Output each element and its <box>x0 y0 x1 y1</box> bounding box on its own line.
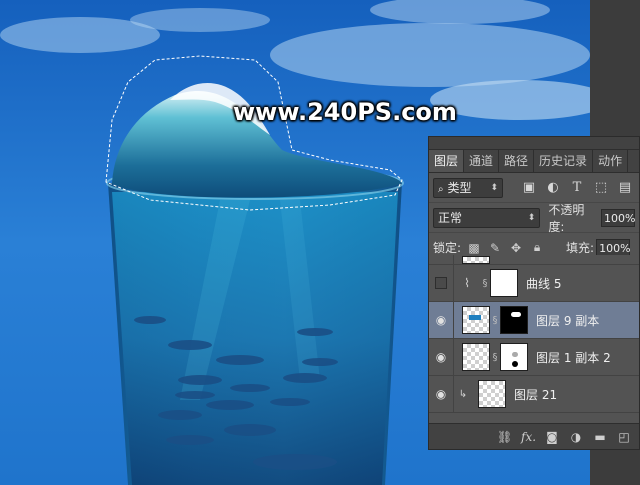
layer-name[interactable]: 图层 9 副本 <box>536 312 599 329</box>
tab-layers[interactable]: 图层 <box>429 150 465 172</box>
panel-collapse-bar[interactable] <box>429 137 639 150</box>
layer-row[interactable]: ◉ § 图层 9 副本 <box>429 302 639 339</box>
layer-mask-thumbnail[interactable] <box>490 269 518 297</box>
search-icon: ⌕ <box>438 184 444 195</box>
lock-image-icon[interactable]: ✎ <box>488 241 502 255</box>
new-adjustment-icon[interactable]: ◑ <box>569 430 583 444</box>
layer-mask-thumbnail[interactable] <box>500 343 528 371</box>
clipping-arrow-icon: ↳ <box>458 388 468 400</box>
visibility-toggle[interactable] <box>429 265 454 301</box>
panel-bottom-bar: ⛓︎ fx. ◙ ◑ ▬ ◰ <box>429 423 639 449</box>
updown-arrow-icon: ⬍ <box>490 182 498 193</box>
layer-mask-thumbnail[interactable] <box>500 306 528 334</box>
eye-icon: ◉ <box>435 313 447 327</box>
tab-channels[interactable]: 通道 <box>464 150 500 172</box>
layer-name[interactable]: 图层 21 <box>514 386 557 403</box>
visibility-toggle[interactable]: ◉ <box>429 339 454 375</box>
layers-panel: 图层 通道 路径 历史记录 动作 ⌕ 类型 ⬍ ▣ ◐ T ⬚ ▤ 正常 ⬍ 不… <box>428 136 640 450</box>
opacity-label: 不透明度: <box>548 202 585 234</box>
filter-type-label: 类型 <box>447 181 472 195</box>
visibility-toggle[interactable]: ◉ <box>429 376 454 412</box>
opacity-input[interactable]: 100% <box>601 208 635 227</box>
new-layer-icon[interactable]: ◰ <box>617 430 631 444</box>
filter-row: ⌕ 类型 ⬍ ▣ ◐ T ⬚ ▤ <box>429 173 639 203</box>
layer-name[interactable]: 曲线 5 <box>526 275 561 292</box>
layer-thumbnail <box>462 343 490 371</box>
layer-row[interactable] <box>429 255 639 265</box>
text-filter-icon[interactable]: T <box>569 180 585 196</box>
image-filter-icon[interactable]: ▣ <box>521 180 537 196</box>
lock-transparency-icon[interactable]: ▩ <box>467 241 481 255</box>
layer-row[interactable]: ◉ ↳ 图层 21 <box>429 376 639 413</box>
adjustment-filter-icon[interactable]: ◐ <box>545 180 561 196</box>
link-icon[interactable]: ⛓︎ <box>497 430 512 444</box>
lock-label: 锁定: <box>433 241 462 255</box>
layer-row[interactable]: ⌇ § 曲线 5 <box>429 265 639 302</box>
blend-row: 正常 ⬍ 不透明度: 100% <box>429 202 639 234</box>
filter-type-dropdown[interactable]: ⌕ 类型 ⬍ <box>433 177 503 198</box>
updown-arrow-icon: ⬍ <box>527 212 536 223</box>
link-icon: § <box>482 277 488 289</box>
add-mask-icon[interactable]: ◙ <box>545 430 559 444</box>
fill-label: 填充: <box>566 241 595 255</box>
layer-thumbnail <box>462 255 490 264</box>
layer-row[interactable]: ◉ § 图层 1 副本 2 <box>429 339 639 376</box>
visibility-toggle[interactable]: ◉ <box>429 302 454 338</box>
watermark-text: www.240PS.com <box>233 98 457 126</box>
blend-mode-value: 正常 <box>438 211 463 225</box>
new-group-icon[interactable]: ▬ <box>593 430 607 444</box>
smart-object-filter-icon[interactable]: ▤ <box>617 180 633 196</box>
layer-thumbnail <box>478 380 506 408</box>
visibility-toggle[interactable] <box>429 255 454 264</box>
hidden-box-icon <box>435 277 447 289</box>
link-icon: § <box>492 314 498 326</box>
panel-tabs: 图层 通道 路径 历史记录 动作 <box>429 150 639 173</box>
lock-position-icon[interactable]: ✥ <box>509 241 523 255</box>
lock-all-icon[interactable]: 🔒︎ <box>530 240 544 255</box>
link-icon: § <box>492 351 498 363</box>
fill-input[interactable]: 100% <box>596 238 631 257</box>
tab-history[interactable]: 历史记录 <box>534 150 594 172</box>
tab-paths[interactable]: 路径 <box>499 150 535 172</box>
fx-icon[interactable]: fx. <box>521 430 536 444</box>
eye-icon: ◉ <box>435 350 447 364</box>
eye-icon: ◉ <box>435 387 447 401</box>
layer-thumbnail <box>462 306 490 334</box>
blend-mode-dropdown[interactable]: 正常 ⬍ <box>433 207 541 228</box>
tab-actions[interactable]: 动作 <box>593 150 629 172</box>
layers-list: ⌇ § 曲线 5 ◉ § 图层 9 副本 ◉ § 图层 1 副本 2 ◉ ↳ 图… <box>429 255 639 421</box>
layer-name[interactable]: 图层 1 副本 2 <box>536 349 611 366</box>
curves-adjustment-icon: ⌇ <box>464 276 470 290</box>
shape-filter-icon[interactable]: ⬚ <box>593 180 609 196</box>
